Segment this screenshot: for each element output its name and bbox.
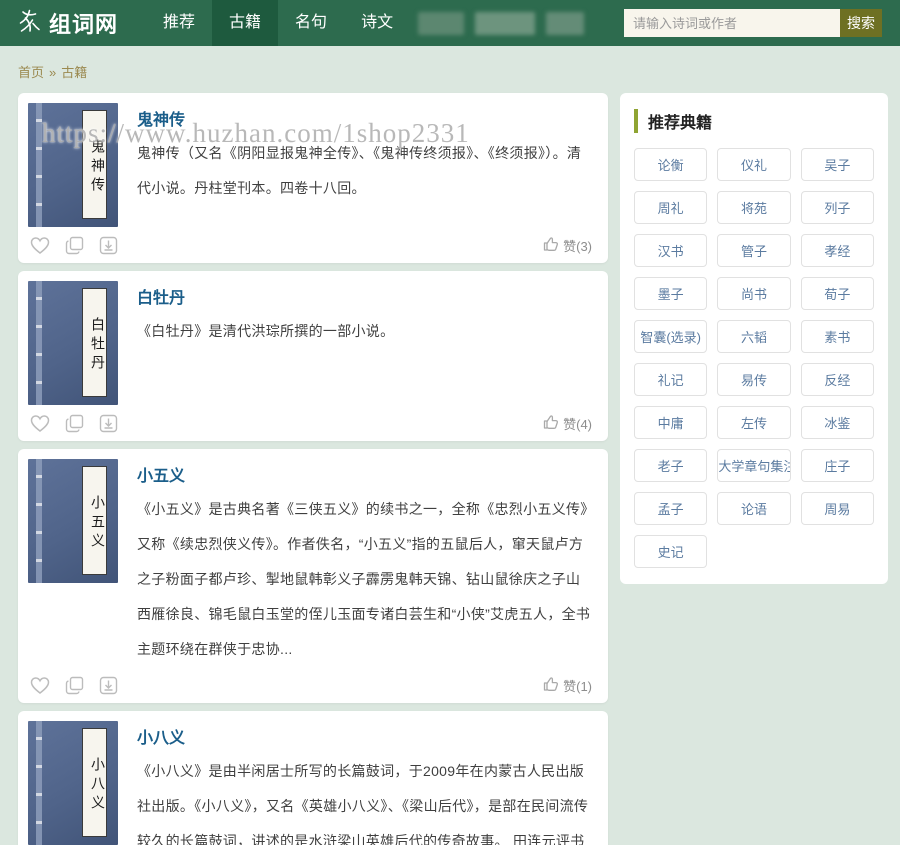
- book-card: 小五义 小五义 《小五义》是古典名著《三侠五义》的续书之一，全称《忠烈小五义传》…: [18, 449, 608, 703]
- like-button[interactable]: 赞(1): [543, 676, 592, 695]
- recommended-book-link[interactable]: 周礼: [634, 191, 708, 224]
- recommended-book-link[interactable]: 周易: [800, 492, 874, 525]
- recommended-book-link[interactable]: 论语: [717, 492, 791, 525]
- logo-icon: [16, 8, 42, 39]
- book-description: 《白牡丹》是清代洪琮所撰的一部小说。: [137, 323, 395, 339]
- redacted-nav-item: [546, 11, 585, 35]
- recommended-book-link[interactable]: 孝经: [800, 234, 874, 267]
- recommended-book-link[interactable]: 易传: [717, 363, 791, 396]
- recommended-books-panel: 推荐典籍 论衡 仪礼 吴子 周礼 将苑 列子 汉书 管子 孝经 墨子 尚书 荀子…: [620, 93, 888, 584]
- book-spine: [36, 459, 42, 583]
- recommended-book-link[interactable]: 左传: [717, 406, 791, 439]
- book-title-link[interactable]: 鬼神传: [137, 106, 185, 130]
- book-description: 鬼神传（又名《阴阳显报鬼神全传》、《鬼神传终须报》、《终须报》）。清代小说。丹柱…: [137, 145, 582, 196]
- like-button[interactable]: 赞(4): [543, 414, 592, 433]
- thumbs-up-icon: [543, 414, 559, 433]
- recommended-book-link[interactable]: 尚书: [717, 277, 791, 310]
- recommended-book-link[interactable]: 荀子: [800, 277, 874, 310]
- recommended-book-link[interactable]: 吴子: [800, 148, 874, 181]
- nav-item[interactable]: 名句: [278, 0, 344, 46]
- download-icon[interactable]: [99, 414, 118, 433]
- breadcrumb-home-link[interactable]: 首页: [18, 65, 44, 80]
- book-cover-image[interactable]: 小八义: [28, 721, 118, 845]
- like-button[interactable]: 赞(3): [543, 236, 592, 255]
- recommended-book-link[interactable]: 史记: [634, 535, 708, 568]
- like-count: 赞(1): [563, 679, 592, 694]
- download-icon[interactable]: [99, 236, 118, 255]
- redacted-nav-item: [475, 11, 536, 35]
- recommended-book-link[interactable]: 智囊(选录): [634, 320, 708, 353]
- copy-icon[interactable]: [65, 236, 84, 255]
- book-cover-label: 小五义: [82, 466, 107, 575]
- redacted-nav-group: [418, 0, 585, 46]
- recommended-book-link[interactable]: 孟子: [634, 492, 708, 525]
- book-cover-image[interactable]: 白牡丹: [28, 281, 118, 405]
- recommended-book-link[interactable]: 将苑: [717, 191, 791, 224]
- favorite-heart-icon[interactable]: [30, 676, 50, 695]
- top-navbar: 组词网 推荐 古籍 名句 诗文 搜索: [0, 0, 900, 46]
- recommended-book-link[interactable]: 冰鉴: [800, 406, 874, 439]
- book-card: 小八义 小八义 《小八义》是由半闲居士所写的长篇鼓词，于2009年在内蒙古人民出…: [18, 711, 608, 845]
- book-card: 鬼神传 鬼神传 鬼神传（又名《阴阳显报鬼神全传》、《鬼神传终须报》、《终须报》）…: [18, 93, 608, 263]
- recommended-book-link[interactable]: 仪礼: [717, 148, 791, 181]
- recommended-book-link[interactable]: 论衡: [634, 148, 708, 181]
- recommended-book-link[interactable]: 列子: [800, 191, 874, 224]
- book-cover-label: 白牡丹: [82, 288, 107, 397]
- sidebar-heading: 推荐典籍: [634, 109, 874, 133]
- recommended-book-link[interactable]: 管子: [717, 234, 791, 267]
- recommended-book-link[interactable]: 中庸: [634, 406, 708, 439]
- search-input[interactable]: [624, 9, 840, 37]
- book-card: 白牡丹 白牡丹 《白牡丹》是清代洪琮所撰的一部小说。 赞(4): [18, 271, 608, 441]
- recommended-book-link[interactable]: 素书: [800, 320, 874, 353]
- book-spine: [36, 721, 42, 845]
- download-icon[interactable]: [99, 676, 118, 695]
- site-logo[interactable]: 组词网: [16, 0, 118, 46]
- nav-item[interactable]: 古籍: [212, 0, 279, 46]
- book-description: 《小五义》是古典名著《三侠五义》的续书之一，全称《忠烈小五义传》又称《续忠烈侠义…: [137, 501, 591, 657]
- book-title-link[interactable]: 小八义: [137, 724, 185, 748]
- copy-icon[interactable]: [65, 414, 84, 433]
- book-spine: [36, 103, 42, 227]
- favorite-heart-icon[interactable]: [30, 236, 50, 255]
- breadcrumb-separator: »: [49, 65, 57, 80]
- nav-item[interactable]: 诗文: [344, 0, 410, 46]
- recommended-book-link[interactable]: 汉书: [634, 234, 708, 267]
- search-box: 搜索: [624, 0, 882, 46]
- copy-icon[interactable]: [65, 676, 84, 695]
- recommended-book-link[interactable]: 墨子: [634, 277, 708, 310]
- book-list: 鬼神传 鬼神传 鬼神传（又名《阴阳显报鬼神全传》、《鬼神传终须报》、《终须报》）…: [18, 93, 608, 845]
- book-cover-label: 鬼神传: [82, 110, 107, 219]
- breadcrumb: 首页 » 古籍: [0, 46, 900, 93]
- like-count: 赞(4): [563, 417, 592, 432]
- content-area: 鬼神传 鬼神传 鬼神传（又名《阴阳显报鬼神全传》、《鬼神传终须报》、《终须报》）…: [0, 93, 900, 845]
- recommended-book-link[interactable]: 六韬: [717, 320, 791, 353]
- thumbs-up-icon: [543, 236, 559, 255]
- main-nav: 推荐 古籍 名句 诗文: [146, 0, 410, 46]
- book-description: 《小八义》是由半闲居士所写的长篇鼓词，于2009年在内蒙古人民出版社出版。《小八…: [137, 763, 589, 845]
- recommended-book-link[interactable]: 老子: [634, 449, 708, 482]
- recommended-books-grid: 论衡 仪礼 吴子 周礼 将苑 列子 汉书 管子 孝经 墨子 尚书 荀子 智囊(选…: [634, 148, 874, 568]
- book-cover-image[interactable]: 鬼神传: [28, 103, 118, 227]
- breadcrumb-current: 古籍: [61, 65, 88, 80]
- recommended-book-link[interactable]: 大学章句集注: [717, 449, 791, 482]
- favorite-heart-icon[interactable]: [30, 414, 50, 433]
- recommended-book-link[interactable]: 反经: [800, 363, 874, 396]
- book-cover-label: 小八义: [82, 728, 107, 837]
- recommended-book-link[interactable]: 庄子: [800, 449, 874, 482]
- thumbs-up-icon: [543, 676, 559, 695]
- book-cover-image[interactable]: 小五义: [28, 459, 118, 583]
- search-button[interactable]: 搜索: [840, 9, 882, 37]
- like-count: 赞(3): [563, 239, 592, 254]
- nav-item[interactable]: 推荐: [146, 0, 212, 46]
- book-title-link[interactable]: 白牡丹: [137, 284, 185, 308]
- site-title: 组词网: [49, 12, 119, 37]
- recommended-book-link[interactable]: 礼记: [634, 363, 708, 396]
- book-spine: [36, 281, 42, 405]
- book-title-link[interactable]: 小五义: [137, 462, 185, 486]
- redacted-nav-item: [418, 11, 465, 35]
